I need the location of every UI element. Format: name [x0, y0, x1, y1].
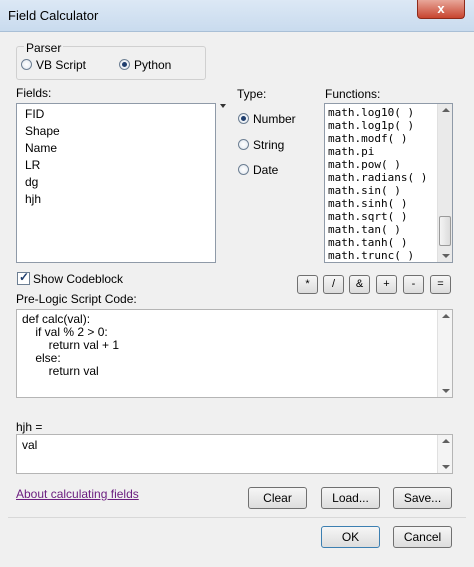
scroll-down-arrow-icon[interactable]: [442, 389, 450, 393]
parser-label: Parser: [24, 41, 64, 55]
fields-label: Fields:: [16, 86, 52, 100]
load-button[interactable]: Load...: [321, 487, 380, 509]
field-item-name[interactable]: Name: [25, 140, 57, 157]
function-item[interactable]: math.tanh( ): [328, 236, 407, 249]
python-radio-label[interactable]: Python: [134, 58, 171, 72]
pre-logic-label: Pre-Logic Script Code:: [16, 292, 137, 306]
function-item[interactable]: math.sin( ): [328, 184, 401, 197]
sort-arrow-icon[interactable]: [220, 104, 226, 108]
scroll-thumb[interactable]: [439, 216, 451, 246]
function-item[interactable]: math.trunc( ): [328, 249, 414, 262]
expression-label: hjh =: [16, 420, 43, 434]
code-line: return val: [22, 364, 99, 378]
scroll-up-arrow-icon[interactable]: [442, 314, 450, 318]
multiply-button[interactable]: *: [297, 275, 318, 294]
date-radio[interactable]: [238, 164, 249, 175]
type-label: Type:: [237, 87, 267, 101]
functions-scrollbar[interactable]: [437, 104, 452, 262]
window-title: Field Calculator: [8, 8, 99, 23]
number-radio-label[interactable]: Number: [253, 112, 296, 126]
function-item[interactable]: math.log10( ): [328, 106, 414, 119]
divide-button[interactable]: /: [323, 275, 344, 294]
about-calculating-fields-link[interactable]: About calculating fields: [16, 487, 139, 501]
show-codeblock-checkbox[interactable]: ✓: [17, 270, 30, 285]
field-item-hjh[interactable]: hjh: [25, 191, 41, 208]
field-item-fid[interactable]: FID: [25, 106, 44, 123]
scroll-down-arrow-icon[interactable]: [442, 254, 450, 258]
function-item[interactable]: math.modf( ): [328, 132, 407, 145]
plus-button[interactable]: +: [376, 275, 397, 294]
function-item[interactable]: math.sqrt( ): [328, 210, 407, 223]
vbscript-radio[interactable]: [21, 59, 32, 70]
separator: [8, 517, 466, 518]
fields-list[interactable]: FID Shape Name LR dg hjh: [16, 103, 216, 263]
equals-button[interactable]: =: [430, 275, 451, 294]
vbscript-radio-label[interactable]: VB Script: [36, 58, 86, 72]
code-scrollbar[interactable]: [437, 310, 452, 397]
minus-button[interactable]: -: [403, 275, 424, 294]
functions-label: Functions:: [325, 87, 381, 101]
field-item-dg[interactable]: dg: [25, 174, 38, 191]
functions-list[interactable]: math.log10( ) math.log1p( ) math.modf( )…: [324, 103, 453, 263]
function-item[interactable]: math.tan( ): [328, 223, 401, 236]
show-codeblock-label[interactable]: Show Codeblock: [33, 272, 123, 286]
pre-logic-code-editor[interactable]: def calc(val): if val % 2 > 0: return va…: [16, 309, 453, 398]
scroll-up-arrow-icon[interactable]: [442, 439, 450, 443]
function-item[interactable]: math.log1p( ): [328, 119, 414, 132]
function-item[interactable]: math.pow( ): [328, 158, 401, 171]
clear-button[interactable]: Clear: [248, 487, 307, 509]
close-icon: x: [437, 1, 445, 16]
function-item[interactable]: math.radians( ): [328, 171, 427, 184]
ok-button[interactable]: OK: [321, 526, 380, 548]
field-item-lr[interactable]: LR: [25, 157, 40, 174]
expression-editor[interactable]: val: [16, 434, 453, 474]
function-item[interactable]: math.pi: [328, 145, 374, 158]
scroll-down-arrow-icon[interactable]: [442, 465, 450, 469]
string-radio[interactable]: [238, 139, 249, 150]
expression-text: val: [22, 438, 38, 452]
function-item[interactable]: math.sinh( ): [328, 197, 407, 210]
string-radio-label[interactable]: String: [253, 138, 284, 152]
ampersand-button[interactable]: &: [349, 275, 370, 294]
close-button[interactable]: x: [417, 0, 465, 19]
save-button[interactable]: Save...: [393, 487, 452, 509]
scroll-up-arrow-icon[interactable]: [442, 108, 450, 112]
field-item-shape[interactable]: Shape: [25, 123, 60, 140]
expression-scrollbar[interactable]: [437, 435, 452, 473]
python-radio[interactable]: [119, 59, 130, 70]
date-radio-label[interactable]: Date: [253, 163, 278, 177]
cancel-button[interactable]: Cancel: [393, 526, 452, 548]
number-radio[interactable]: [238, 113, 249, 124]
